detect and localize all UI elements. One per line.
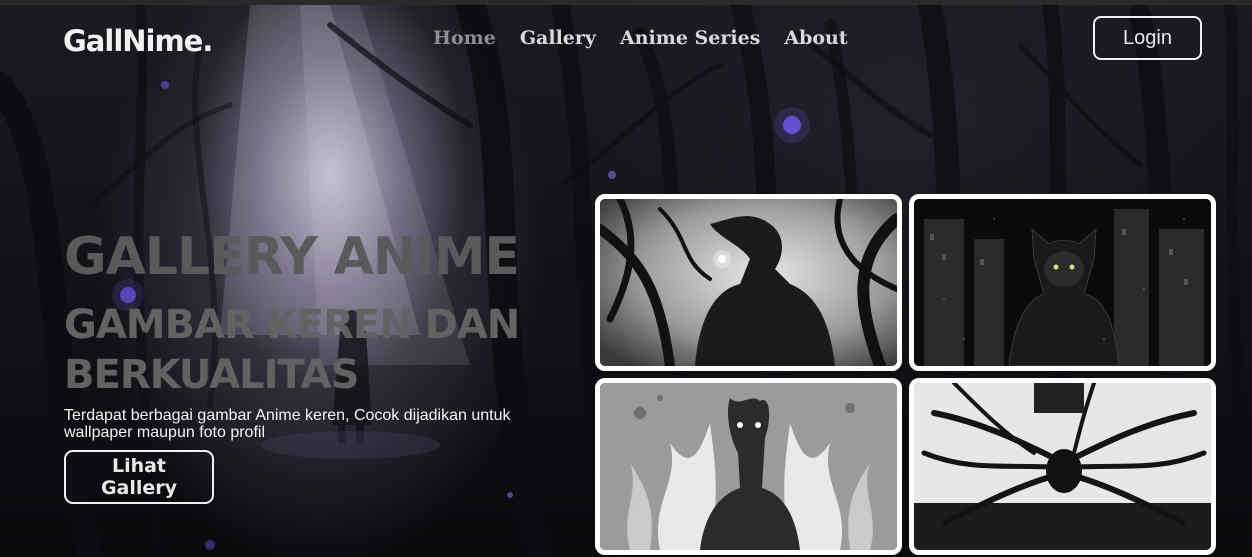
hero-subtitle: GAMBAR KEREN DAN BERKUALITAS [64, 302, 520, 398]
gallery-image-3[interactable] [595, 378, 902, 555]
gallery-image-1[interactable] [595, 194, 902, 371]
main-nav: Home Gallery Anime Series About [433, 27, 848, 49]
nav-gallery-link[interactable]: Gallery [520, 27, 596, 49]
nav-home-link[interactable]: Home [433, 27, 496, 49]
gallery-image-4[interactable] [909, 378, 1216, 555]
hero-title: GALLERY ANIME [64, 227, 520, 287]
logo[interactable]: GallNime. [63, 24, 213, 58]
gallery-image-2[interactable] [909, 194, 1216, 371]
nav-about-link[interactable]: About [784, 27, 847, 49]
hero-description: Terdapat berbagai gambar Anime keren, Co… [64, 407, 511, 441]
view-gallery-button[interactable]: Lihat Gallery [64, 450, 214, 504]
nav-anime-series-link[interactable]: Anime Series [620, 27, 760, 49]
login-button[interactable]: Login [1093, 16, 1202, 60]
